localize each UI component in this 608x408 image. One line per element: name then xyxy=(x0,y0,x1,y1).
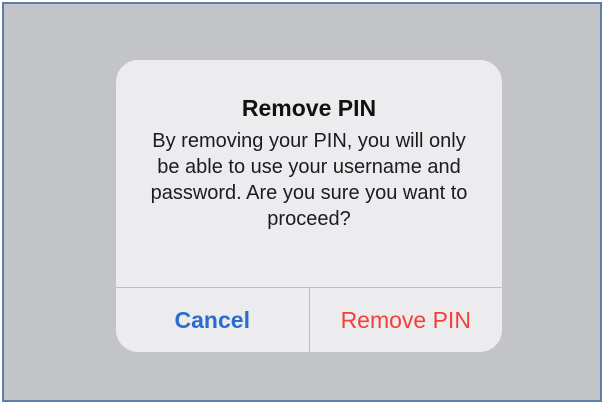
remove-pin-alert: Remove PIN By removing your PIN, you wil… xyxy=(116,60,502,352)
alert-message: By removing your PIN, you will only be a… xyxy=(150,130,468,230)
alert-content: Remove PIN By removing your PIN, you wil… xyxy=(116,60,502,287)
cancel-button[interactable]: Cancel xyxy=(116,288,309,352)
alert-title: Remove PIN xyxy=(241,95,377,121)
alert-actions: Cancel Remove PIN xyxy=(116,287,502,352)
screen-backdrop: Remove PIN By removing your PIN, you wil… xyxy=(2,2,602,402)
remove-pin-button[interactable]: Remove PIN xyxy=(308,288,503,352)
